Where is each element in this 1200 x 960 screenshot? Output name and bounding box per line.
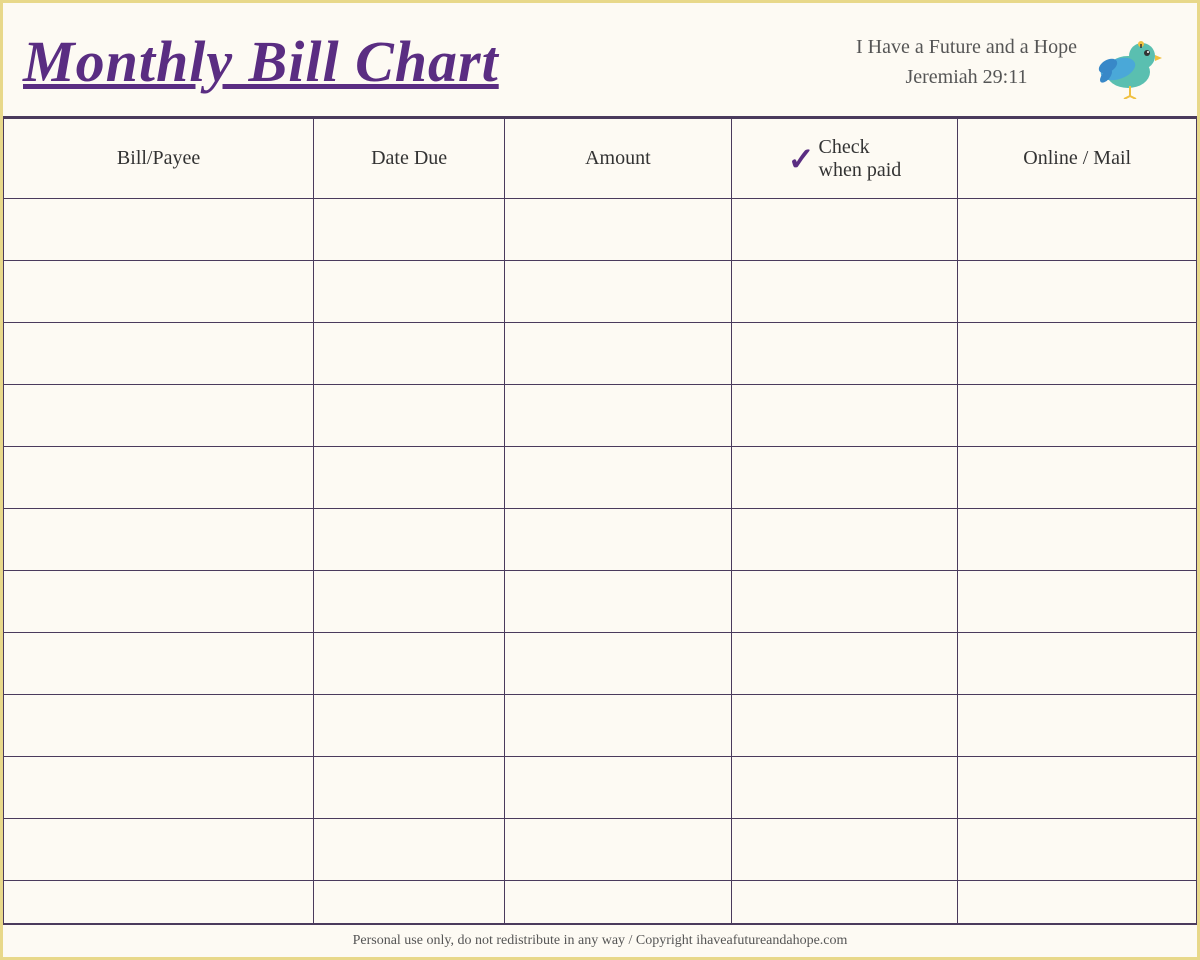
- table-row: [4, 571, 1197, 633]
- table-row: [4, 881, 1197, 924]
- table-cell: [731, 261, 958, 323]
- check-line2: when paid: [819, 159, 902, 182]
- table-cell: [958, 695, 1197, 757]
- table-cell: [4, 633, 314, 695]
- table-cell: [4, 447, 314, 509]
- table-row: [4, 385, 1197, 447]
- table-cell: [314, 757, 505, 819]
- table-cell: [314, 261, 505, 323]
- scripture-line1: I Have a Future and a Hope: [856, 32, 1077, 62]
- table-cell: [731, 695, 958, 757]
- col-header-amount: Amount: [505, 119, 732, 199]
- table-cell: [958, 881, 1197, 924]
- col-header-online: Online / Mail: [958, 119, 1197, 199]
- col-header-check: ✓ Check when paid: [731, 119, 958, 199]
- table-row: [4, 757, 1197, 819]
- table-cell: [731, 881, 958, 924]
- title-block: Monthly Bill Chart: [23, 30, 499, 94]
- table-cell: [505, 199, 732, 261]
- header: Monthly Bill Chart I Have a Future and a…: [3, 3, 1197, 118]
- table-cell: [314, 447, 505, 509]
- table-cell: [731, 385, 958, 447]
- table-row: [4, 633, 1197, 695]
- scripture-block: I Have a Future and a Hope Jeremiah 29:1…: [856, 32, 1077, 92]
- scripture-line2: Jeremiah 29:11: [856, 62, 1077, 92]
- table-cell: [731, 447, 958, 509]
- table-cell: [4, 881, 314, 924]
- table-cell: [505, 323, 732, 385]
- table-cell: [4, 261, 314, 323]
- table-cell: [958, 571, 1197, 633]
- table-cell: [505, 881, 732, 924]
- footer-text: Personal use only, do not redistribute i…: [353, 933, 848, 948]
- table-cell: [731, 633, 958, 695]
- table-header-row: Bill/Payee Date Due Amount ✓ Check w: [4, 119, 1197, 199]
- table-row: [4, 199, 1197, 261]
- table-cell: [314, 199, 505, 261]
- table-cell: [958, 757, 1197, 819]
- table-cell: [505, 571, 732, 633]
- table-cell: [505, 509, 732, 571]
- table-cell: [314, 881, 505, 924]
- table-cell: [314, 819, 505, 881]
- table-cell: [731, 199, 958, 261]
- table-row: [4, 695, 1197, 757]
- page-title: Monthly Bill Chart: [23, 30, 499, 94]
- table-cell: [314, 385, 505, 447]
- check-line1: Check: [819, 136, 870, 159]
- table-cell: [314, 509, 505, 571]
- table-cell: [4, 199, 314, 261]
- table-cell: [731, 509, 958, 571]
- table-cell: [731, 323, 958, 385]
- table-row: [4, 819, 1197, 881]
- table-row: [4, 261, 1197, 323]
- table-cell: [4, 385, 314, 447]
- table-cell: [958, 385, 1197, 447]
- table-cell: [958, 261, 1197, 323]
- page-wrapper: Monthly Bill Chart I Have a Future and a…: [0, 0, 1200, 960]
- table-cell: [731, 819, 958, 881]
- table-cell: [958, 819, 1197, 881]
- table-cell: [4, 757, 314, 819]
- table-cell: [505, 819, 732, 881]
- table-cell: [505, 633, 732, 695]
- col-header-bill: Bill/Payee: [4, 119, 314, 199]
- col-header-date: Date Due: [314, 119, 505, 199]
- table-row: [4, 509, 1197, 571]
- table-cell: [314, 633, 505, 695]
- bill-chart-table: Bill/Payee Date Due Amount ✓ Check w: [3, 118, 1197, 923]
- table-cell: [958, 509, 1197, 571]
- table-cell: [4, 571, 314, 633]
- table-cell: [4, 695, 314, 757]
- table-cell: [4, 819, 314, 881]
- table-cell: [505, 261, 732, 323]
- table-cell: [958, 633, 1197, 695]
- table-cell: [958, 447, 1197, 509]
- table-cell: [958, 199, 1197, 261]
- table-container: Bill/Payee Date Due Amount ✓ Check w: [3, 118, 1197, 923]
- table-cell: [731, 757, 958, 819]
- checkmark-icon: ✓: [788, 143, 815, 175]
- table-body: [4, 199, 1197, 924]
- table-cell: [731, 571, 958, 633]
- table-cell: [505, 385, 732, 447]
- table-cell: [4, 509, 314, 571]
- table-cell: [505, 447, 732, 509]
- table-cell: [314, 571, 505, 633]
- table-cell: [958, 323, 1197, 385]
- table-cell: [4, 323, 314, 385]
- table-cell: [505, 757, 732, 819]
- footer: Personal use only, do not redistribute i…: [3, 923, 1197, 957]
- table-row: [4, 323, 1197, 385]
- bird-icon: [1087, 22, 1177, 102]
- table-cell: [505, 695, 732, 757]
- header-right: I Have a Future and a Hope Jeremiah 29:1…: [856, 22, 1177, 102]
- table-cell: [314, 323, 505, 385]
- table-cell: [314, 695, 505, 757]
- table-row: [4, 447, 1197, 509]
